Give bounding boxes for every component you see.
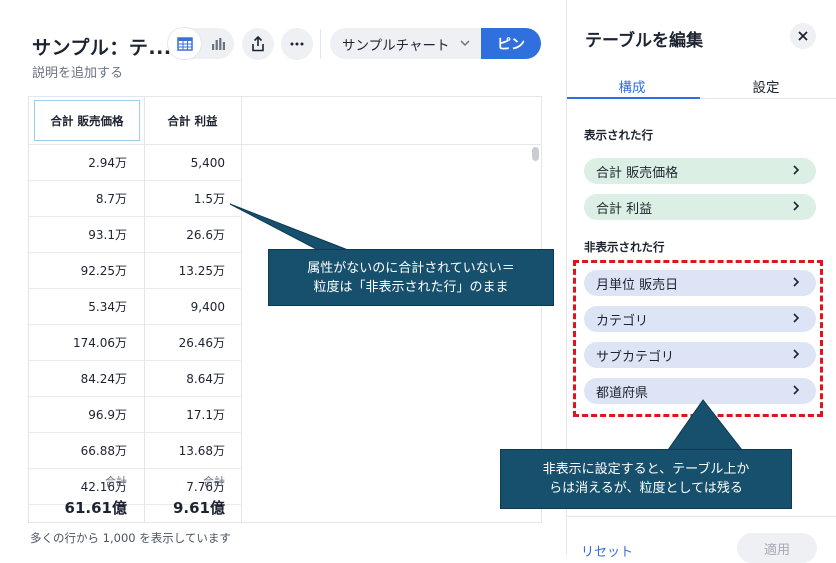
- share-button[interactable]: [242, 28, 274, 60]
- hidden-rows-heading: 非表示された行: [584, 240, 665, 254]
- column-divider: [241, 97, 242, 522]
- table-row: 84.24万 8.64万: [29, 361, 241, 397]
- tab-settings[interactable]: 設定: [701, 76, 831, 96]
- cell-profit: 8.64万: [186, 372, 225, 386]
- table-row: 96.9万 17.1万: [29, 397, 241, 433]
- table-scrollbar[interactable]: [532, 147, 539, 161]
- table-header: 合計 販売価格 合計 利益: [29, 97, 541, 145]
- cell-profit: 9,400: [190, 299, 225, 314]
- cell-profit: 26.46万: [178, 336, 225, 350]
- chart-select-label: サンプルチャート: [342, 37, 450, 54]
- cell-sales: 2.94万: [88, 156, 127, 170]
- table-row: 92.25万 13.25万: [29, 253, 241, 289]
- callout-line: 粒度は「非表示された行」のまま: [313, 279, 509, 295]
- cell-sales: 93.1万: [88, 228, 127, 242]
- total-value: 9.61億: [172, 499, 225, 517]
- total-value: 61.61億: [64, 499, 127, 517]
- column-header-sales[interactable]: 合計 販売価格: [34, 100, 140, 141]
- totals-row: 合計 61.61億 合計 9.61億: [29, 459, 241, 522]
- table-view-button[interactable]: [168, 28, 201, 59]
- chevron-right-icon: [793, 201, 800, 211]
- chart-title[interactable]: サンプル：テ...: [32, 33, 172, 60]
- table-row: 174.06万 26.46万: [29, 325, 241, 361]
- shown-row-item-label: 合計 販売価格: [596, 165, 679, 181]
- data-table: 合計 販売価格 合計 利益 2.94万 5,400 8.7万 1.5万 93.1万 26.…: [28, 96, 542, 523]
- more-button[interactable]: [281, 28, 313, 60]
- chart-select-dropdown[interactable]: サンプルチャート: [330, 28, 481, 59]
- callout-line: 非表示に設定すると、テーブル上か: [542, 462, 750, 477]
- chevron-down-icon: [460, 40, 470, 47]
- cell-profit: 17.1万: [186, 408, 225, 422]
- footer-divider: [567, 516, 836, 517]
- callout-line: らは消えるが、粒度としては残る: [549, 481, 743, 496]
- callout-hidden-note: 非表示に設定すると、テーブル上か らは消えるが、粒度としては残る: [500, 449, 792, 509]
- bar-chart-icon: [211, 37, 225, 50]
- apply-button[interactable]: 適用: [737, 533, 817, 563]
- table-row: 93.1万 26.6万: [29, 217, 241, 253]
- cell-sales: 92.25万: [80, 264, 127, 278]
- cell-sales: 96.9万: [88, 408, 127, 422]
- cell-sales: 84.24万: [80, 372, 127, 386]
- close-icon: [798, 31, 808, 41]
- cell-profit: 1.5万: [193, 192, 225, 206]
- shown-row-item-label: 合計 利益: [596, 201, 653, 217]
- total-profit: 合計 9.61億: [127, 459, 225, 518]
- table-row: 5.34万 9,400: [29, 289, 241, 325]
- hidden-rows-highlight: [573, 260, 823, 417]
- column-header-profit[interactable]: 合計 利益: [144, 97, 241, 144]
- cell-sales: 5.34万: [88, 300, 127, 314]
- pin-button[interactable]: ピン: [481, 28, 541, 59]
- close-button[interactable]: [790, 23, 816, 49]
- total-sales: 合計 61.61億: [29, 459, 127, 518]
- cell-sales: 8.7万: [95, 192, 127, 206]
- total-label: 合計: [105, 475, 127, 488]
- cell-sales: 174.06万: [73, 336, 127, 350]
- view-toggle: [168, 28, 234, 59]
- table-row: 2.94万 5,400: [29, 145, 241, 181]
- total-label: 合計: [203, 475, 225, 488]
- table-icon: [176, 36, 193, 51]
- callout-aggregation-note: 属性がないのに合計されていない＝ 粒度は「非表示された行」のまま: [268, 249, 554, 306]
- active-tab-indicator: [567, 97, 700, 99]
- more-icon: [290, 42, 304, 46]
- share-icon: [252, 36, 264, 52]
- panel-title: テーブルを編集: [585, 31, 703, 51]
- add-description-link[interactable]: 説明を追加する: [32, 62, 123, 81]
- chart-view-button[interactable]: [201, 28, 234, 59]
- cell-profit: 5,400: [190, 155, 225, 170]
- table-row: 8.7万 1.5万: [29, 181, 241, 217]
- shown-row-item[interactable]: 合計 販売価格: [584, 158, 816, 184]
- toolbar-divider: [320, 29, 321, 59]
- shown-rows-heading: 表示された行: [584, 128, 653, 142]
- row-count-note: 多くの行から 1,000 を表示しています: [30, 531, 231, 545]
- reset-button[interactable]: リセット: [581, 541, 633, 560]
- cell-profit: 26.6万: [186, 228, 225, 242]
- tab-configure[interactable]: 構成: [567, 76, 697, 96]
- shown-row-item[interactable]: 合計 利益: [584, 194, 816, 220]
- callout-line: 属性がないのに合計されていない＝: [307, 260, 515, 276]
- cell-profit: 13.25万: [178, 264, 225, 278]
- chevron-right-icon: [793, 165, 800, 175]
